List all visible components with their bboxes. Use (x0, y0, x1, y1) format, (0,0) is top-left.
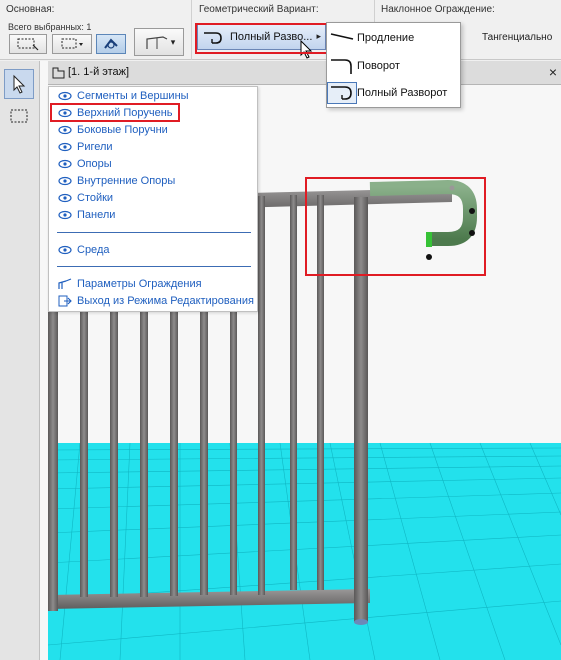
eye-icon (57, 175, 73, 187)
cm-label: Выход из Режима Редактирования (77, 294, 254, 307)
cm-label: Стойки (77, 191, 114, 204)
chevron-down-icon: ▾ (170, 36, 176, 47)
variant-extension[interactable]: Продление (327, 25, 460, 51)
slanted-title: Наклонное Ограждение: (381, 4, 495, 15)
cm-item-panels[interactable]: Панели (49, 206, 257, 223)
selected-count: Всего выбранных: 1 (8, 22, 92, 32)
railing-settings-icon (57, 277, 73, 290)
eye-icon (57, 192, 73, 204)
variant-turn[interactable]: Поворот (327, 53, 460, 79)
railing-tool-icon (104, 38, 118, 49)
variant-label: Поворот (357, 60, 400, 72)
eye-icon (57, 209, 73, 221)
cm-label: Внутренние Опоры (77, 174, 176, 187)
eye-icon (57, 90, 73, 102)
marquee-tool-button[interactable] (4, 101, 34, 131)
node-4[interactable] (449, 185, 455, 191)
variant-full-turn[interactable]: Полный Разворот (327, 80, 460, 106)
arrow-icon (13, 74, 26, 94)
node-2[interactable] (469, 230, 475, 236)
floor-plan-icon (52, 67, 65, 79)
node-3[interactable] (426, 254, 432, 260)
railing-tool-button[interactable] (96, 34, 126, 54)
rail-end-cap (426, 232, 432, 247)
archicad-railing-window: { "infobar": { "basic": { "title": "Осно… (0, 0, 561, 660)
cm-item-railing-settings[interactable]: Параметры Ограждения (49, 275, 257, 292)
marquee-button[interactable] (52, 34, 92, 54)
cm-item-segments[interactable]: Сегменты и Вершины (49, 87, 257, 104)
post-base (354, 619, 368, 625)
turn-icon (327, 55, 357, 77)
full-turn-icon (327, 82, 357, 104)
cm-label: Сегменты и Вершины (77, 89, 189, 102)
separator (57, 232, 251, 233)
arrow-tool-button[interactable] (4, 69, 34, 99)
marquee-icon (61, 38, 83, 49)
main-post[interactable] (354, 197, 368, 622)
edit-mode-button[interactable] (9, 34, 47, 54)
cm-label: Боковые Поручни (77, 123, 168, 136)
cm-label: Ригели (77, 140, 113, 153)
info-box: Основная: Всего выбранных: 1 ▾ Геометрич… (0, 0, 561, 60)
chevron-right-icon: ▸ (316, 31, 321, 41)
edit-mode-context-panel: Сегменты и Вершины Верхний Поручень Боко… (48, 86, 258, 312)
cm-label: Параметры Ограждения (77, 277, 202, 290)
full-turn-icon (204, 32, 222, 44)
eye-icon (57, 141, 73, 153)
eye-icon (57, 244, 73, 256)
mouse-cursor-icon (300, 40, 313, 59)
eye-icon (57, 107, 73, 119)
marquee-tool-icon (10, 109, 28, 123)
geometry-variant-flyout: Продление Поворот Полный Разворот (326, 22, 461, 108)
cm-item-posts[interactable]: Опоры (49, 155, 257, 172)
basic-section: Основная: Всего выбранных: 1 ▾ (0, 0, 192, 60)
close-icon[interactable]: × (549, 64, 557, 80)
slanted-mode[interactable]: Тангенциально (482, 32, 552, 43)
cm-label: Панели (77, 208, 116, 221)
cm-item-inner-posts[interactable]: Внутренние Опоры (49, 172, 257, 189)
extension-icon (327, 27, 357, 49)
left-toolbox (0, 61, 40, 660)
railing-type-dropdown[interactable]: ▾ (134, 28, 184, 56)
selection-rect-icon (17, 38, 39, 51)
cm-item-top-rail[interactable]: Верхний Поручень (49, 104, 257, 121)
cm-item-environment[interactable]: Среда (49, 241, 257, 258)
view-tab-label[interactable]: [1. 1-й этаж] (68, 66, 129, 78)
view-tab-bar: [1. 1-й этаж] × (48, 61, 561, 85)
eye-icon (57, 124, 73, 136)
cm-item-rails[interactable]: Ригели (49, 138, 257, 155)
cm-item-exit-edit[interactable]: Выход из Режима Редактирования (49, 292, 257, 309)
cm-label: Среда (77, 243, 110, 256)
variant-label: Продление (357, 32, 415, 44)
exit-icon (57, 295, 73, 307)
geometry-title: Геометрический Вариант: (199, 4, 319, 15)
cm-label: Верхний Поручень (77, 106, 173, 119)
cm-item-handrails[interactable]: Боковые Поручни (49, 121, 257, 138)
variant-label: Полный Разворот (357, 87, 448, 99)
railing-type-icon (146, 36, 168, 49)
cm-label: Опоры (77, 157, 112, 170)
node-1[interactable] (469, 208, 475, 214)
basic-title: Основная: (6, 4, 55, 15)
cm-item-balusters[interactable]: Стойки (49, 189, 257, 206)
separator (57, 266, 251, 267)
eye-icon (57, 158, 73, 170)
